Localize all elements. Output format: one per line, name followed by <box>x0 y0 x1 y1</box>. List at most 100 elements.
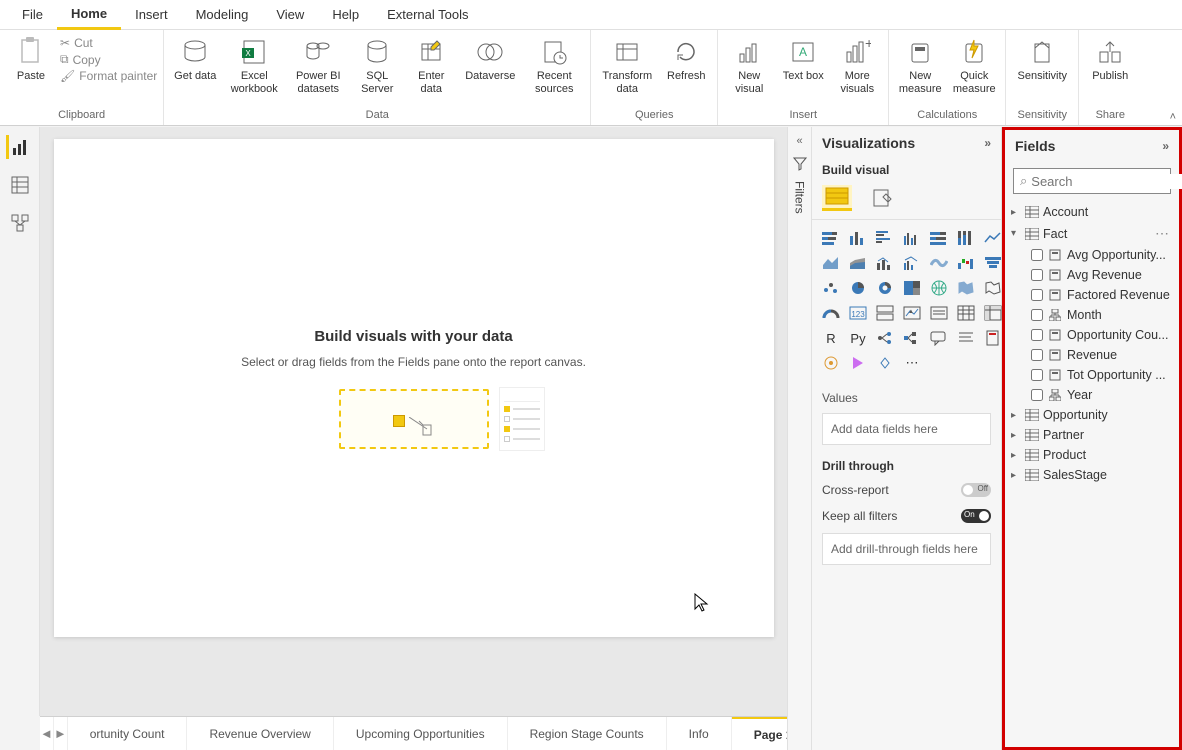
menu-home[interactable]: Home <box>57 0 121 30</box>
viz-python[interactable]: Py <box>847 328 869 348</box>
field-checkbox[interactable] <box>1031 269 1043 281</box>
table-account[interactable]: ▸Account <box>1009 202 1175 222</box>
viz-treemap[interactable] <box>901 278 923 298</box>
table-fact-more[interactable]: ⋯ <box>1155 225 1173 242</box>
field-checkbox[interactable] <box>1031 309 1043 321</box>
enter-data-button[interactable]: Enter data <box>406 32 456 96</box>
format-visual-tab[interactable] <box>868 185 898 211</box>
viz-stacked-bar[interactable] <box>820 228 842 248</box>
page-nav-prev[interactable]: ◄ <box>40 717 54 750</box>
field-checkbox[interactable] <box>1031 369 1043 381</box>
fields-collapse-button[interactable]: » <box>1162 139 1169 153</box>
drillthrough-dropwell[interactable]: Add drill-through fields here <box>822 533 991 565</box>
viz-donut[interactable] <box>874 278 896 298</box>
get-data-button[interactable]: Get data <box>170 32 220 83</box>
recent-sources-button[interactable]: Recent sources <box>524 32 584 96</box>
page-tab-info[interactable]: Info <box>667 717 732 750</box>
viz-line[interactable] <box>982 228 1004 248</box>
viz-kpi[interactable]: ▲ <box>901 303 923 323</box>
viz-decomposition[interactable] <box>901 328 923 348</box>
viz-stacked-area[interactable] <box>847 253 869 273</box>
paste-button[interactable]: Paste <box>6 32 56 83</box>
format-painter-button[interactable]: 🖌Format painter <box>60 69 157 83</box>
menu-help[interactable]: Help <box>318 1 373 28</box>
viz-clustered-bar[interactable] <box>874 228 896 248</box>
field-year[interactable]: Year <box>1009 385 1175 405</box>
filters-pane-collapsed[interactable]: « Filters <box>787 127 812 750</box>
table-opportunity[interactable]: ▸Opportunity <box>1009 405 1175 425</box>
viz-funnel[interactable] <box>982 253 1004 273</box>
data-view-button[interactable] <box>8 173 32 197</box>
more-visuals-button[interactable]: +More visuals <box>832 32 882 96</box>
viz-scatter[interactable] <box>820 278 842 298</box>
viz-powerapps[interactable] <box>847 353 869 373</box>
page-tab-region-stage-counts[interactable]: Region Stage Counts <box>508 717 667 750</box>
keep-filters-toggle[interactable]: On <box>961 509 991 523</box>
excel-button[interactable]: XExcel workbook <box>224 32 284 96</box>
viz-arcgis[interactable] <box>820 353 842 373</box>
viz-waterfall[interactable] <box>955 253 977 273</box>
viz-multirow-card[interactable] <box>874 303 896 323</box>
viz-r[interactable]: R <box>820 328 842 348</box>
fields-search-input[interactable] <box>1031 174 1182 189</box>
dataverse-button[interactable]: Dataverse <box>460 32 520 83</box>
menu-modeling[interactable]: Modeling <box>182 1 263 28</box>
transform-button[interactable]: Transform data <box>597 32 657 96</box>
new-measure-button[interactable]: New measure <box>895 32 945 96</box>
filters-expand-icon[interactable]: « <box>796 135 802 147</box>
viz-key-influencers[interactable] <box>874 328 896 348</box>
viz-line-stacked-column[interactable] <box>874 253 896 273</box>
menu-view[interactable]: View <box>262 1 318 28</box>
field-tot-opportunity[interactable]: Tot Opportunity ... <box>1009 365 1175 385</box>
fields-search[interactable]: ⌕ <box>1013 168 1171 194</box>
viz-card[interactable]: 123 <box>847 303 869 323</box>
field-factored-revenue[interactable]: Factored Revenue <box>1009 285 1175 305</box>
viz-table[interactable] <box>955 303 977 323</box>
field-checkbox[interactable] <box>1031 289 1043 301</box>
viz-area[interactable] <box>820 253 842 273</box>
viz-line-clustered-column[interactable] <box>901 253 923 273</box>
viz-slicer[interactable] <box>928 303 950 323</box>
table-partner[interactable]: ▸Partner <box>1009 425 1175 445</box>
build-visual-tab[interactable] <box>822 185 852 211</box>
pbi-datasets-button[interactable]: Power BI datasets <box>288 32 348 96</box>
viz-filled-map[interactable] <box>955 278 977 298</box>
report-canvas[interactable]: Build visuals with your data Select or d… <box>54 139 774 637</box>
field-avg-opportunity[interactable]: Avg Opportunity... <box>1009 245 1175 265</box>
viz-pie[interactable] <box>847 278 869 298</box>
cross-report-toggle[interactable]: Off <box>961 483 991 497</box>
field-checkbox[interactable] <box>1031 349 1043 361</box>
viz-100-stacked-column[interactable] <box>955 228 977 248</box>
ribbon-collapse-button[interactable]: ˄ <box>1170 111 1176 123</box>
table-salesstage[interactable]: ▸SalesStage <box>1009 465 1175 485</box>
menu-external-tools[interactable]: External Tools <box>373 1 482 28</box>
sensitivity-button[interactable]: Sensitivity <box>1012 32 1072 83</box>
viz-map[interactable] <box>928 278 950 298</box>
menu-file[interactable]: File <box>8 1 57 28</box>
viz-gauge[interactable] <box>820 303 842 323</box>
refresh-button[interactable]: Refresh <box>661 32 711 83</box>
values-dropwell[interactable]: Add data fields here <box>822 413 991 445</box>
cut-button[interactable]: ✂Cut <box>60 36 157 50</box>
viz-shape-map[interactable] <box>982 278 1004 298</box>
field-avg-revenue[interactable]: Avg Revenue <box>1009 265 1175 285</box>
field-checkbox[interactable] <box>1031 329 1043 341</box>
viz-paginated[interactable] <box>982 328 1004 348</box>
viz-collapse-button[interactable]: » <box>984 136 991 150</box>
viz-matrix[interactable] <box>982 303 1004 323</box>
viz-get-more[interactable] <box>874 353 896 373</box>
copy-button[interactable]: ⧉Copy <box>60 52 157 67</box>
viz-100-stacked-bar[interactable] <box>928 228 950 248</box>
text-box-button[interactable]: AText box <box>778 32 828 83</box>
menu-insert[interactable]: Insert <box>121 1 182 28</box>
viz-ribbon[interactable] <box>928 253 950 273</box>
field-month[interactable]: Month <box>1009 305 1175 325</box>
new-visual-button[interactable]: New visual <box>724 32 774 96</box>
viz-qa[interactable] <box>928 328 950 348</box>
model-view-button[interactable] <box>8 211 32 235</box>
page-tab-revenue-overview[interactable]: Revenue Overview <box>187 717 333 750</box>
viz-clustered-column[interactable] <box>901 228 923 248</box>
page-tab-opportunity-count[interactable]: ortunity Count <box>68 717 188 750</box>
page-tab-upcoming-opportunities[interactable]: Upcoming Opportunities <box>334 717 508 750</box>
sql-button[interactable]: SQL Server <box>352 32 402 96</box>
